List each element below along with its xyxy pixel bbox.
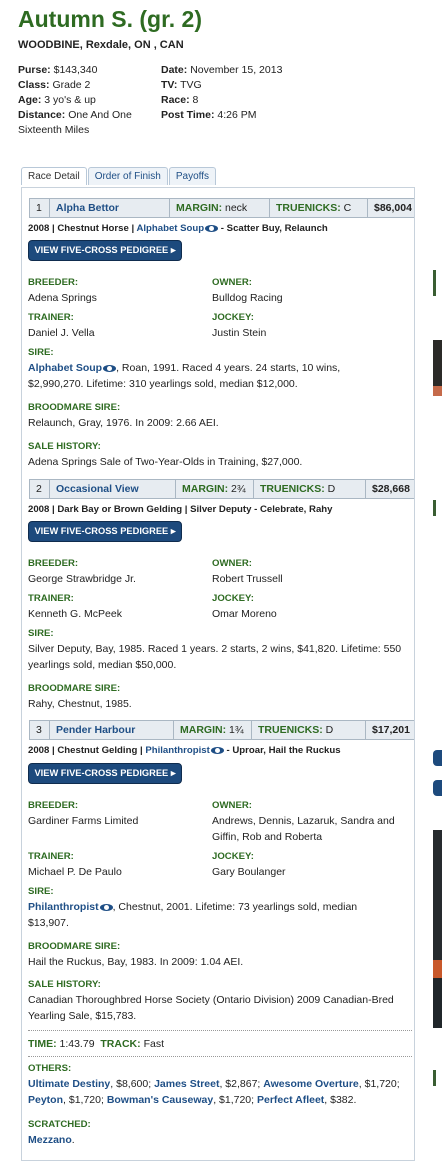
- horse-2-broodmare-sire: Rahy, Chestnut, 1985.: [28, 698, 132, 710]
- horse-1-breeder: Adena Springs: [28, 292, 97, 304]
- horse-2-name[interactable]: Occasional View: [50, 480, 176, 498]
- horse-3-truenicks: TRUENICKS: D: [252, 721, 366, 739]
- horse-3-name[interactable]: Pender Harbour: [50, 721, 174, 739]
- others-label: OTHERS:: [28, 1063, 72, 1074]
- scratched-list: Mezzano.: [28, 1134, 75, 1146]
- trainer-label: TRAINER:: [28, 593, 74, 604]
- divider: [28, 1030, 412, 1031]
- horse-1-pedigree-button[interactable]: VIEW FIVE-CROSS PEDIGREE ▸: [28, 240, 182, 261]
- sire-label: SIRE:: [28, 628, 54, 639]
- horse-2-sire: Silver Deputy, Bay, 1985. Raced 1 years.…: [28, 643, 402, 671]
- arrow-right-icon: ▸: [170, 768, 176, 778]
- race-number-row: Race: 8: [161, 94, 199, 106]
- horse-2-bar: 2 Occasional View MARGIN: 2¾ TRUENICKS: …: [29, 479, 415, 499]
- arrow-right-icon: ▸: [170, 526, 176, 536]
- horse-3-sire-link[interactable]: Philanthropist: [145, 745, 210, 756]
- race-location: WOODBINE, Rexdale, ON , CAN: [18, 39, 184, 51]
- horse-2-owner: Robert Trussell: [212, 573, 283, 585]
- date-row: Date: November 15, 2013: [161, 64, 283, 76]
- horse-1-sire: Alphabet Soup, Roan, 1991. Raced 4 years…: [28, 362, 341, 390]
- broodmare-sire-label: BROODMARE SIRE:: [28, 683, 121, 694]
- jockey-label: JOCKEY:: [212, 593, 254, 604]
- class-row: Class: Grade 2: [18, 79, 91, 91]
- tab-order-of-finish[interactable]: Order of Finish: [87, 167, 168, 185]
- trainer-label: TRAINER:: [28, 851, 74, 862]
- horse-1-position: 1: [30, 199, 50, 217]
- horse-1-broodmare-sire: Relaunch, Gray, 1976. In 2009: 2.66 AEI.: [28, 417, 219, 429]
- horse-1-name[interactable]: Alpha Bettor: [50, 199, 170, 217]
- owner-label: OWNER:: [212, 800, 252, 811]
- horse-1-trainer: Daniel J. Vella: [28, 327, 95, 339]
- horse-1-margin: MARGIN: neck: [170, 199, 270, 217]
- pedigree-icon[interactable]: [210, 746, 224, 754]
- broodmare-sire-label: BROODMARE SIRE:: [28, 941, 121, 952]
- horse-3-bar: 3 Pender Harbour MARGIN: 1¾ TRUENICKS: D…: [29, 720, 415, 740]
- race-info-left: Purse: $143,340 Class: Grade 2 Age: 3 yo…: [18, 63, 158, 138]
- horse-2-earnings: $28,668: [372, 483, 410, 495]
- post-time-row: Post Time: 4:26 PM: [161, 109, 257, 121]
- horse-1-bar: 1 Alpha Bettor MARGIN: neck TRUENICKS: C…: [29, 198, 415, 218]
- horse-2-breeder: George Strawbridge Jr.: [28, 573, 136, 585]
- trainer-label: TRAINER:: [28, 312, 74, 323]
- owner-label: OWNER:: [212, 558, 252, 569]
- horse-3-jockey: Gary Boulanger: [212, 866, 286, 878]
- horse-3-pedigree-button[interactable]: VIEW FIVE-CROSS PEDIGREE ▸: [28, 763, 182, 784]
- breeder-label: BREEDER:: [28, 277, 79, 288]
- horse-3-position: 3: [30, 721, 50, 739]
- right-sidebar-edge: [433, 0, 442, 1176]
- pedigree-icon[interactable]: [103, 364, 117, 372]
- breeder-label: BREEDER:: [28, 800, 79, 811]
- sale-history-label: SALE HISTORY:: [28, 441, 101, 452]
- horse-3-sale-history: Canadian Thoroughbred Horse Society (Ont…: [28, 994, 394, 1022]
- horse-3-margin: MARGIN: 1¾: [174, 721, 252, 739]
- distance-row: Distance: One And One Sixteenth Miles: [18, 109, 132, 136]
- jockey-label: JOCKEY:: [212, 851, 254, 862]
- breeder-label: BREEDER:: [28, 558, 79, 569]
- horse-3-description: 2008 | Chestnut Gelding | Philanthropist…: [28, 745, 341, 756]
- race-tabs: Race Detail Order of Finish Payoffs: [21, 167, 217, 187]
- owner-label: OWNER:: [212, 277, 252, 288]
- horse-1-earnings: $86,004: [374, 202, 412, 214]
- horse-3-sire: Philanthropist, Chestnut, 2001. Lifetime…: [28, 901, 358, 929]
- horse-1-sale-history: Adena Springs Sale of Two-Year-Olds in T…: [28, 456, 303, 468]
- arrow-right-icon: ▸: [170, 245, 176, 255]
- pedigree-icon[interactable]: [205, 224, 219, 232]
- age-row: Age: 3 yo's & up: [18, 94, 96, 106]
- horse-3-breeder: Gardiner Farms Limited: [28, 815, 139, 827]
- horse-3-owner: Andrews, Dennis, Lazaruk, Sandra and Gif…: [212, 815, 395, 843]
- horse-1-sire-link[interactable]: Alphabet Soup: [136, 223, 204, 234]
- sire-label: SIRE:: [28, 886, 54, 897]
- tab-payoffs[interactable]: Payoffs: [168, 167, 217, 185]
- horse-1-description: 2008 | Chestnut Horse | Alphabet Soup - …: [28, 223, 328, 234]
- tv-row: TV: TVG: [161, 79, 202, 91]
- purse-row: Purse: $143,340: [18, 64, 98, 76]
- horse-2-trainer: Kenneth G. McPeek: [28, 608, 122, 620]
- divider: [28, 1056, 412, 1057]
- broodmare-sire-label: BROODMARE SIRE:: [28, 402, 121, 413]
- horse-2-description: 2008 | Dark Bay or Brown Gelding | Silve…: [28, 504, 333, 515]
- tab-race-detail[interactable]: Race Detail: [21, 167, 87, 185]
- horse-2-truenicks: TRUENICKS: D: [254, 480, 366, 498]
- horse-1-truenicks: TRUENICKS: C: [270, 199, 368, 217]
- horse-2-jockey: Omar Moreno: [212, 608, 277, 620]
- sire-label: SIRE:: [28, 347, 54, 358]
- race-time-track: TIME: 1:43.79 TRACK: Fast: [28, 1038, 164, 1050]
- horse-2-margin: MARGIN: 2¾: [176, 480, 254, 498]
- horse-1-jockey: Justin Stein: [212, 327, 267, 339]
- horse-1-owner: Bulldog Racing: [212, 292, 283, 304]
- horse-2-pedigree-button[interactable]: VIEW FIVE-CROSS PEDIGREE ▸: [28, 521, 182, 542]
- race-info-right: Date: November 15, 2013 TV: TVG Race: 8 …: [161, 63, 321, 123]
- horse-3-trainer: Michael P. De Paulo: [28, 866, 122, 878]
- horse-3-broodmare-sire: Hail the Ruckus, Bay, 1983. In 2009: 1.0…: [28, 956, 244, 968]
- horse-2-position: 2: [30, 480, 50, 498]
- pedigree-icon[interactable]: [99, 903, 113, 911]
- sale-history-label: SALE HISTORY:: [28, 979, 101, 990]
- horse-3-earnings: $17,201: [372, 724, 410, 736]
- race-title: Autumn S. (gr. 2): [18, 6, 202, 32]
- jockey-label: JOCKEY:: [212, 312, 254, 323]
- scratched-label: SCRATCHED:: [28, 1119, 91, 1130]
- others-list: Ultimate Destiny, $8,600; James Street, …: [28, 1078, 400, 1106]
